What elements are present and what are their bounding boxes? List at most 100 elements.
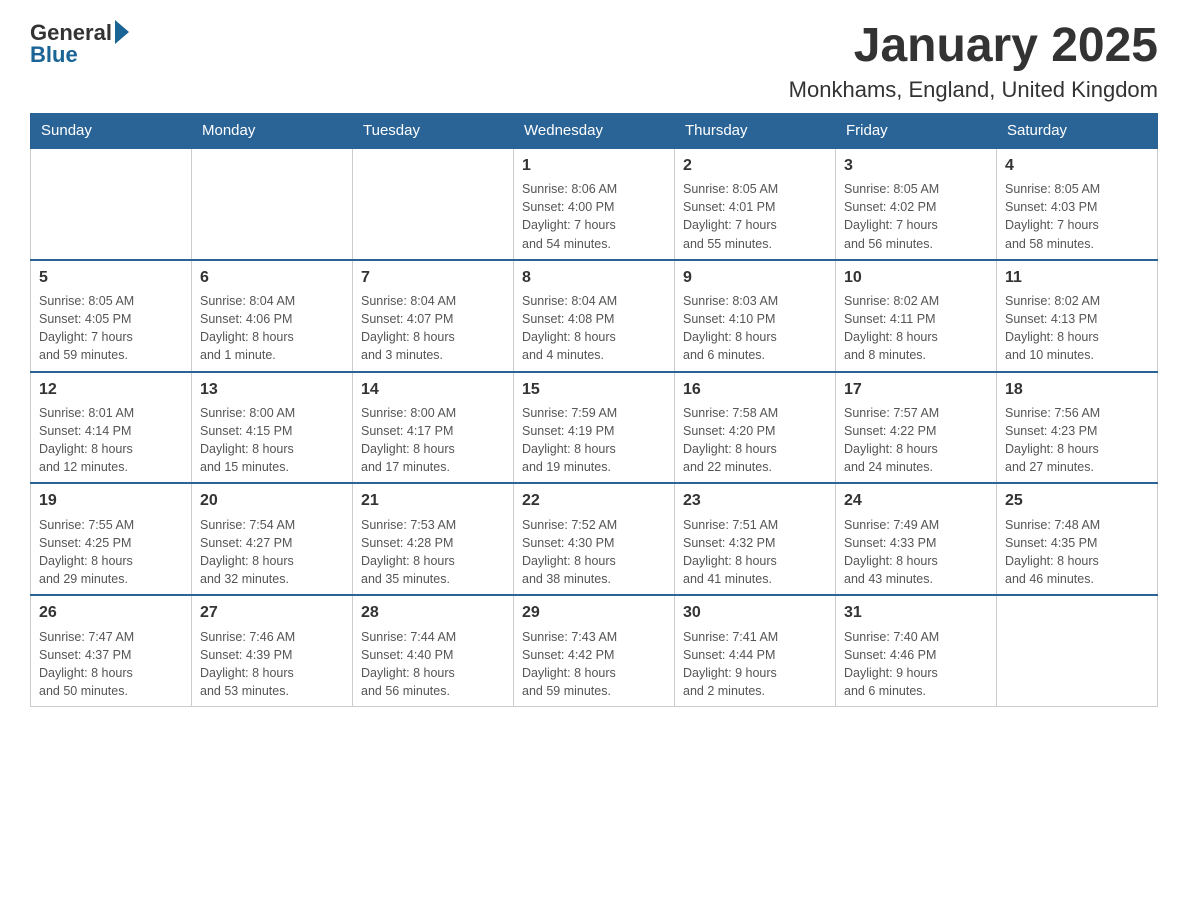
day-info: Sunrise: 8:04 AM Sunset: 4:06 PM Dayligh… <box>200 292 344 365</box>
calendar-cell: 22Sunrise: 7:52 AM Sunset: 4:30 PM Dayli… <box>514 483 675 595</box>
day-number: 19 <box>39 490 183 512</box>
day-info: Sunrise: 7:56 AM Sunset: 4:23 PM Dayligh… <box>1005 404 1149 477</box>
calendar-cell: 23 Sunrise: 7:51 AM Sunset: 4:32 PM Dayli… <box>675 483 836 595</box>
calendar-cell <box>192 148 353 260</box>
day-number: 7 <box>361 267 505 289</box>
calendar-cell: 26 Sunrise: 7:47 AM Sunset: 4:37 PM Dayli… <box>31 595 192 706</box>
day-info: Sunrise: 7:49 AM Sunset: 4:33 PM Dayligh… <box>844 516 988 589</box>
day-number: 27 <box>200 602 344 624</box>
calendar-cell: 25 Sunrise: 7:48 AM Sunset: 4:35 PM Dayli… <box>997 483 1158 595</box>
logo: General Blue <box>30 20 129 68</box>
header-saturday: Saturday <box>997 113 1158 148</box>
day-number: 12 <box>39 379 183 401</box>
logo-text-blue: Blue <box>30 42 78 68</box>
logo-arrow-icon <box>115 20 129 44</box>
day-number: 16 <box>683 379 827 401</box>
day-number: 10 <box>844 267 988 289</box>
day-info: Sunrise: 7:53 AM Sunset: 4:28 PM Dayligh… <box>361 516 505 589</box>
calendar-cell: 3Sunrise: 8:05 AM Sunset: 4:02 PM Daylig… <box>836 148 997 260</box>
day-number: 14 <box>361 379 505 401</box>
header-monday: Monday <box>192 113 353 148</box>
calendar-cell: 27 Sunrise: 7:46 AM Sunset: 4:39 PM Dayli… <box>192 595 353 706</box>
calendar-cell: 29Sunrise: 7:43 AM Sunset: 4:42 PM Dayli… <box>514 595 675 706</box>
day-info: Sunrise: 7:51 AM Sunset: 4:32 PM Dayligh… <box>683 516 827 589</box>
calendar-cell: 8 Sunrise: 8:04 AM Sunset: 4:08 PM Daylig… <box>514 260 675 372</box>
day-info: Sunrise: 7:47 AM Sunset: 4:37 PM Dayligh… <box>39 628 183 701</box>
day-info: Sunrise: 8:01 AM Sunset: 4:14 PM Dayligh… <box>39 404 183 477</box>
day-number: 17 <box>844 379 988 401</box>
day-info: Sunrise: 7:58 AM Sunset: 4:20 PM Dayligh… <box>683 404 827 477</box>
day-info: Sunrise: 7:57 AM Sunset: 4:22 PM Dayligh… <box>844 404 988 477</box>
day-number: 2 <box>683 155 827 177</box>
day-number: 29 <box>522 602 666 624</box>
day-info: Sunrise: 8:02 AM Sunset: 4:13 PM Dayligh… <box>1005 292 1149 365</box>
day-info: Sunrise: 7:46 AM Sunset: 4:39 PM Dayligh… <box>200 628 344 701</box>
day-info: Sunrise: 8:03 AM Sunset: 4:10 PM Dayligh… <box>683 292 827 365</box>
day-number: 6 <box>200 267 344 289</box>
day-number: 8 <box>522 267 666 289</box>
day-info: Sunrise: 8:04 AM Sunset: 4:08 PM Dayligh… <box>522 292 666 365</box>
calendar-cell: 13Sunrise: 8:00 AM Sunset: 4:15 PM Dayli… <box>192 372 353 484</box>
week-row-5: 26 Sunrise: 7:47 AM Sunset: 4:37 PM Dayli… <box>31 595 1158 706</box>
week-row-4: 19 Sunrise: 7:55 AM Sunset: 4:25 PM Dayli… <box>31 483 1158 595</box>
day-info: Sunrise: 8:02 AM Sunset: 4:11 PM Dayligh… <box>844 292 988 365</box>
day-info: Sunrise: 7:55 AM Sunset: 4:25 PM Dayligh… <box>39 516 183 589</box>
day-number: 28 <box>361 602 505 624</box>
title-block: January 2025 Monkhams, England, United K… <box>789 20 1158 103</box>
day-number: 9 <box>683 267 827 289</box>
day-number: 26 <box>39 602 183 624</box>
day-info: Sunrise: 7:41 AM Sunset: 4:44 PM Dayligh… <box>683 628 827 701</box>
day-number: 5 <box>39 267 183 289</box>
day-info: Sunrise: 8:00 AM Sunset: 4:15 PM Dayligh… <box>200 404 344 477</box>
day-number: 30 <box>683 602 827 624</box>
header-sunday: Sunday <box>31 113 192 148</box>
header-friday: Friday <box>836 113 997 148</box>
calendar-cell: 14Sunrise: 8:00 AM Sunset: 4:17 PM Dayli… <box>353 372 514 484</box>
day-info: Sunrise: 7:48 AM Sunset: 4:35 PM Dayligh… <box>1005 516 1149 589</box>
page-header: General Blue January 2025 Monkhams, Engl… <box>30 20 1158 103</box>
calendar-cell: 19 Sunrise: 7:55 AM Sunset: 4:25 PM Dayli… <box>31 483 192 595</box>
day-number: 31 <box>844 602 988 624</box>
week-row-2: 5 Sunrise: 8:05 AM Sunset: 4:05 PM Daylig… <box>31 260 1158 372</box>
week-row-1: 1 Sunrise: 8:06 AM Sunset: 4:00 PM Daylig… <box>31 148 1158 260</box>
day-info: Sunrise: 8:04 AM Sunset: 4:07 PM Dayligh… <box>361 292 505 365</box>
header-tuesday: Tuesday <box>353 113 514 148</box>
calendar-cell <box>997 595 1158 706</box>
day-info: Sunrise: 7:59 AM Sunset: 4:19 PM Dayligh… <box>522 404 666 477</box>
day-number: 3 <box>844 155 988 177</box>
day-info: Sunrise: 7:52 AM Sunset: 4:30 PM Dayligh… <box>522 516 666 589</box>
calendar-cell: 10 Sunrise: 8:02 AM Sunset: 4:11 PM Dayli… <box>836 260 997 372</box>
calendar-cell: 18 Sunrise: 7:56 AM Sunset: 4:23 PM Dayli… <box>997 372 1158 484</box>
calendar-cell: 7 Sunrise: 8:04 AM Sunset: 4:07 PM Daylig… <box>353 260 514 372</box>
day-number: 20 <box>200 490 344 512</box>
calendar-cell: 15 Sunrise: 7:59 AM Sunset: 4:19 PM Dayli… <box>514 372 675 484</box>
calendar-cell: 16 Sunrise: 7:58 AM Sunset: 4:20 PM Dayli… <box>675 372 836 484</box>
day-number: 24 <box>844 490 988 512</box>
calendar-cell: 30 Sunrise: 7:41 AM Sunset: 4:44 PM Dayli… <box>675 595 836 706</box>
day-number: 25 <box>1005 490 1149 512</box>
day-number: 1 <box>522 155 666 177</box>
calendar-header-row: SundayMondayTuesdayWednesdayThursdayFrid… <box>31 113 1158 148</box>
day-number: 21 <box>361 490 505 512</box>
header-wednesday: Wednesday <box>514 113 675 148</box>
day-info: Sunrise: 8:05 AM Sunset: 4:05 PM Dayligh… <box>39 292 183 365</box>
calendar-cell <box>31 148 192 260</box>
page-subtitle: Monkhams, England, United Kingdom <box>789 77 1158 103</box>
calendar-cell <box>353 148 514 260</box>
page-title: January 2025 <box>789 20 1158 73</box>
day-number: 18 <box>1005 379 1149 401</box>
day-number: 4 <box>1005 155 1149 177</box>
header-thursday: Thursday <box>675 113 836 148</box>
calendar-cell: 12 Sunrise: 8:01 AM Sunset: 4:14 PM Dayli… <box>31 372 192 484</box>
calendar-cell: 20 Sunrise: 7:54 AM Sunset: 4:27 PM Dayli… <box>192 483 353 595</box>
calendar-table: SundayMondayTuesdayWednesdayThursdayFrid… <box>30 113 1158 707</box>
day-info: Sunrise: 8:05 AM Sunset: 4:01 PM Dayligh… <box>683 180 827 253</box>
calendar-cell: 24 Sunrise: 7:49 AM Sunset: 4:33 PM Dayli… <box>836 483 997 595</box>
day-info: Sunrise: 8:06 AM Sunset: 4:00 PM Dayligh… <box>522 180 666 253</box>
day-number: 23 <box>683 490 827 512</box>
calendar-cell: 17 Sunrise: 7:57 AM Sunset: 4:22 PM Dayli… <box>836 372 997 484</box>
calendar-cell: 28Sunrise: 7:44 AM Sunset: 4:40 PM Dayli… <box>353 595 514 706</box>
day-info: Sunrise: 7:54 AM Sunset: 4:27 PM Dayligh… <box>200 516 344 589</box>
calendar-cell: 21 Sunrise: 7:53 AM Sunset: 4:28 PM Dayli… <box>353 483 514 595</box>
day-number: 15 <box>522 379 666 401</box>
